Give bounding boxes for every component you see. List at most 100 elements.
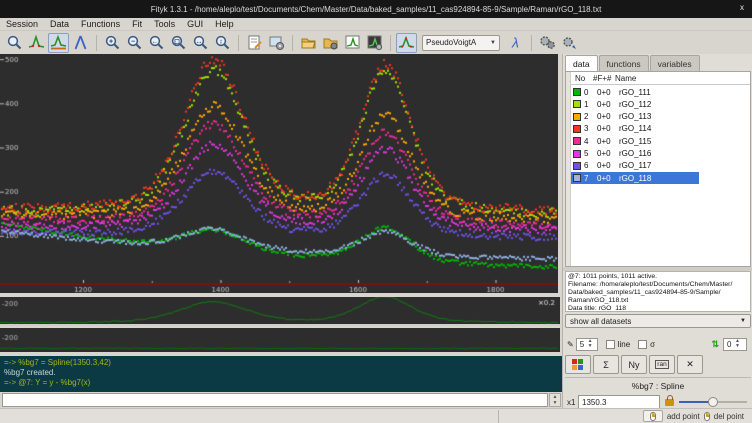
gui-settings-button[interactable] — [266, 33, 287, 53]
data-range-mode-button[interactable] — [26, 33, 47, 53]
zoom-in-button[interactable]: + — [102, 33, 123, 53]
aux-plot-2[interactable] — [0, 328, 560, 352]
dataset-row-rGO_116[interactable]: 50+0rGO_116 — [571, 148, 750, 160]
zoom-all-button[interactable]: ◻ — [168, 33, 189, 53]
console-line: %bg7 created. — [4, 368, 562, 378]
command-input[interactable] — [2, 393, 548, 407]
dataset-row-rGO_117[interactable]: 60+0rGO_117 — [571, 160, 750, 172]
status-divider — [498, 410, 499, 423]
dataset-name: rGO_115 — [619, 137, 750, 146]
chartg-icon — [366, 34, 383, 51]
gears-icon — [539, 34, 556, 51]
svg-text:◻: ◻ — [174, 39, 180, 46]
toolbar-separator — [238, 35, 239, 51]
menu-fit[interactable]: Fit — [132, 19, 142, 29]
dataset-color-swatch[interactable] — [573, 125, 581, 133]
svg-text:−: − — [131, 39, 135, 46]
point-controls-row: ✎ 5 ▲▼ line σ ⇅ 0 ▲▼ — [565, 336, 751, 352]
info-line: @7: 1011 points, 1011 active. — [568, 273, 748, 281]
menu-functions[interactable]: Functions — [81, 19, 120, 29]
peak-type-dropdown[interactable]: PseudoVoigtA▼ — [422, 35, 500, 51]
svg-text:↔: ↔ — [196, 39, 203, 46]
dataset-color-swatch[interactable] — [573, 174, 581, 182]
zoom-previous-button[interactable]: ← — [146, 33, 167, 53]
execute-script-button[interactable] — [320, 33, 341, 53]
plot-settings-button[interactable] — [364, 33, 385, 53]
aux-plot-2-canvas[interactable] — [0, 328, 558, 352]
open-data-button[interactable] — [298, 33, 319, 53]
shift-spinner[interactable]: 0 ▲▼ — [723, 338, 747, 351]
col-header-no: No — [571, 74, 593, 83]
view-colors-button[interactable] — [565, 355, 591, 374]
sigma-checkbox[interactable] — [638, 340, 647, 349]
aux-plot-1[interactable] — [0, 295, 560, 326]
rename-dataset-button[interactable]: ran — [649, 355, 675, 374]
lock-icon[interactable] — [665, 399, 674, 406]
normalize-y-button[interactable]: Ny — [621, 355, 647, 374]
mag-icon — [6, 34, 23, 51]
line-checkbox-label: line — [618, 340, 630, 349]
dataset-row-rGO_112[interactable]: 10+0rGO_112 — [571, 98, 750, 110]
dataset-func-count: 0+0 — [597, 137, 619, 146]
edit-script-button[interactable] — [244, 33, 265, 53]
baseline-mode-button[interactable] — [48, 33, 69, 53]
dataset-row-rGO_115[interactable]: 40+0rGO_115 — [571, 135, 750, 147]
command-history-spinner[interactable]: ▲▼ — [549, 393, 561, 407]
aux-plot-1-canvas[interactable] — [0, 297, 558, 324]
dataset-row-rGO_114[interactable]: 30+0rGO_114 — [571, 123, 750, 135]
tab-functions[interactable]: functions — [599, 55, 649, 71]
dataset-name: rGO_116 — [619, 149, 750, 158]
tab-variables[interactable]: variables — [650, 55, 700, 71]
zoom-out-button[interactable]: − — [124, 33, 145, 53]
dataset-color-swatch[interactable] — [573, 100, 581, 108]
dataset-row-rGO_111[interactable]: 00+0rGO_111 — [571, 86, 750, 98]
param-input-x1[interactable]: 1350.3 — [578, 395, 660, 409]
dataset-color-swatch[interactable] — [573, 113, 581, 121]
info-line: Data title: rGO_118 — [568, 305, 748, 312]
close-button[interactable]: x — [740, 3, 744, 12]
mag-icon: + — [104, 34, 121, 51]
function-title: %bg7 : Spline — [563, 381, 752, 391]
fit-run-button[interactable] — [537, 33, 558, 53]
toolbar: + − ← ◻ ↔ ↕ PseudoVoigtA▼ λ — [0, 31, 752, 54]
gears2-icon — [561, 34, 578, 51]
fit-undo-button[interactable] — [559, 33, 580, 53]
menu-help[interactable]: Help — [215, 19, 234, 29]
line-checkbox[interactable] — [606, 340, 615, 349]
toolbar-separator — [292, 35, 293, 51]
sidebar: datafunctionsvariables No #F+# Name 00+0… — [562, 54, 752, 408]
auto-add-peak-button[interactable] — [396, 33, 417, 53]
main-plot[interactable] — [0, 54, 560, 293]
sigma-checkbox-label: σ — [650, 340, 655, 349]
menu-data[interactable]: Data — [50, 19, 69, 29]
tab-data[interactable]: data — [565, 55, 598, 71]
console-line: =-> %bg7 = Spline(1350.3,42) — [4, 358, 562, 368]
dataset-filter-dropdown[interactable]: show all datasets ▼ — [565, 314, 751, 328]
mag-icon: ↕ — [214, 34, 231, 51]
menu-gui[interactable]: GUI — [187, 19, 203, 29]
dataset-color-swatch[interactable] — [573, 150, 581, 158]
mouse-hint-button[interactable] — [643, 410, 663, 422]
add-function-button[interactable]: λ — [505, 33, 526, 53]
main-plot-canvas[interactable] — [0, 54, 558, 293]
menu-session[interactable]: Session — [6, 19, 38, 29]
dataset-color-swatch[interactable] — [573, 162, 581, 170]
zoom-vertical-button[interactable]: ↕ — [212, 33, 233, 53]
separator — [565, 377, 751, 378]
add-peak-mode-button[interactable] — [70, 33, 91, 53]
export-plot-button[interactable] — [342, 33, 363, 53]
sum-datasets-button[interactable]: Σ — [593, 355, 619, 374]
dataset-row-rGO_118[interactable]: 70+0rGO_118 — [571, 172, 699, 184]
zoom-mode-button[interactable] — [4, 33, 25, 53]
toolbar-separator — [390, 35, 391, 51]
dataset-color-swatch[interactable] — [573, 137, 581, 145]
dataset-color-swatch[interactable] — [573, 88, 581, 96]
menu-tools[interactable]: Tools — [154, 19, 175, 29]
point-size-spinner[interactable]: 5 ▲▼ — [576, 338, 598, 351]
zoom-horizontal-button[interactable]: ↔ — [190, 33, 211, 53]
dataset-no: 4 — [584, 137, 597, 146]
param-slider-x1[interactable] — [679, 396, 747, 408]
delete-dataset-button[interactable]: ✕ — [677, 355, 703, 374]
dataset-row-rGO_113[interactable]: 20+0rGO_113 — [571, 111, 750, 123]
mouse-icon — [650, 412, 656, 421]
